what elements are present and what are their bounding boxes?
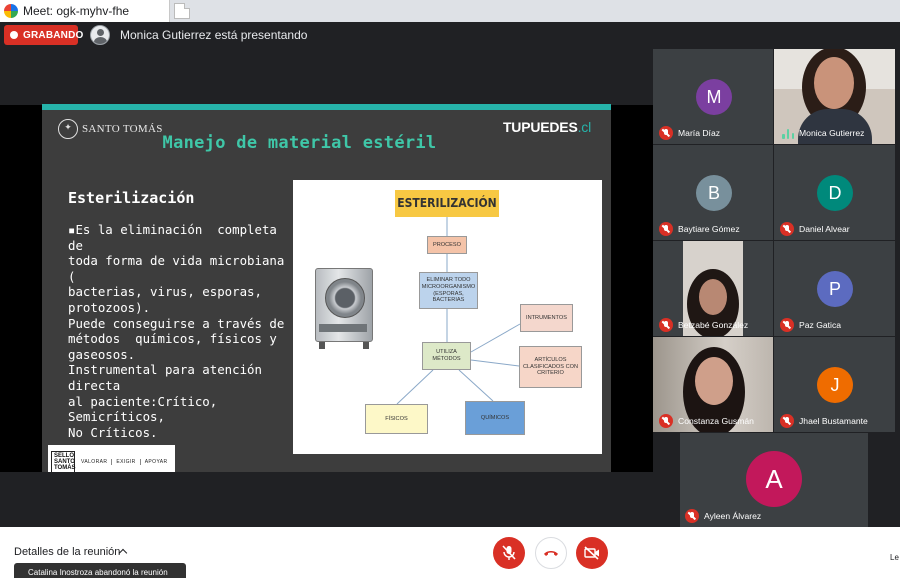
mic-off-icon — [780, 318, 794, 332]
mic-off-icon — [659, 126, 673, 140]
sello-word: APOYAR — [139, 458, 172, 465]
camera-toggle-button[interactable] — [576, 537, 608, 569]
diagram-box-articulos: ARTÍCULOS CLASIFICADOS CON CRITERIO — [519, 346, 582, 388]
avatar: A — [746, 451, 802, 507]
slide-body-text: ▪Es la eliminación completa de toda form… — [68, 222, 296, 440]
avatar: J — [817, 367, 853, 403]
diagram-box-utiliza: UTILIZA MÉTODOS — [422, 342, 471, 370]
video-face — [695, 357, 733, 405]
body-line: Puede conseguirse a través de — [68, 315, 285, 331]
participant-name: Daniel Alvear — [799, 224, 850, 234]
presenting-text: Monica Gutierrez está presentando — [120, 28, 308, 42]
presenter-avatar — [90, 25, 110, 45]
participant-name: Constanza Gusmán — [678, 416, 754, 426]
new-tab-icon[interactable] — [174, 3, 190, 19]
sello-word: VALORAR — [81, 458, 108, 465]
participant-tile-paz-gatica[interactable]: P Paz Gatica — [774, 241, 895, 336]
browser-tab-bar: Meet: ogk-myhv-fhe — [0, 0, 900, 22]
sello-santo-tomas-footer: SELLO SANTO TOMÁS VALORAR EXIGIR APOYAR — [48, 445, 175, 472]
brand-suffix: .cl — [577, 119, 592, 135]
participant-tile-betzabe-gonzalez[interactable]: Betzabé González — [653, 241, 773, 336]
avatar: B — [696, 175, 732, 211]
body-line: protozoos). — [68, 299, 151, 315]
brand-main: TUPUEDES — [502, 119, 578, 135]
participant-tile-constanza-gusman[interactable]: Constanza Gusmán — [653, 337, 773, 432]
participant-name: María Díaz — [678, 128, 721, 138]
body-line: No Críticos. — [68, 424, 158, 440]
avatar: M — [696, 79, 732, 115]
mic-off-icon — [659, 318, 673, 332]
sello-values: VALORAR EXIGIR APOYAR — [81, 458, 172, 465]
participant-tile-baytiare-gomez[interactable]: B Baytiare Gómez — [653, 145, 773, 240]
mic-off-icon — [780, 414, 794, 428]
mic-off-icon — [780, 222, 794, 236]
mic-off-icon — [659, 414, 673, 428]
recording-dot-icon — [10, 31, 18, 39]
diagram-box-eliminar: ELIMINAR TODO MICROORGANISMO (ESPORAS, B… — [419, 272, 478, 309]
body-line: al paciente:Crítico, Semicríticos, — [68, 393, 225, 425]
diagram-box-quimicos: QUÍMICOS — [465, 401, 525, 435]
slide-title: Manejo de material estéril — [162, 133, 437, 153]
body-line: gaseosos. — [68, 346, 136, 362]
diagram-box-fisicos: FÍSICOS — [365, 404, 428, 434]
participant-name: Baytiare Gómez — [678, 224, 740, 234]
body-line: métodos químicos, físicos y — [68, 331, 277, 347]
truncated-label: Le — [890, 553, 899, 562]
browser-tab-meet[interactable]: Meet: ogk-myhv-fhe — [0, 0, 170, 22]
avatar: D — [817, 175, 853, 211]
autoclave-illustration — [309, 266, 379, 352]
video-face — [814, 57, 854, 109]
body-line: bacterias, virus, esporas, — [68, 284, 262, 300]
section-heading: Esterilización — [68, 189, 195, 207]
sello-box: SELLO SANTO TOMÁS — [51, 450, 76, 472]
diagram-box-intrumentos: INTRUMENTOS — [520, 304, 573, 332]
body-line: ▪Es la eliminación completa de — [68, 222, 285, 253]
mic-off-icon — [659, 222, 673, 236]
sello-line: SELLO — [54, 452, 75, 459]
participant-name: Ayleen Álvarez — [704, 511, 762, 521]
body-line: toda forma de vida microbiana ( — [68, 253, 292, 284]
video-shoulders — [798, 109, 872, 144]
meeting-controls-bar: Detalles de la reunión Le Catalina Inost… — [0, 527, 900, 578]
speaking-indicator-icon — [782, 129, 794, 139]
meeting-details-button[interactable]: Detalles de la reunión — [14, 546, 120, 558]
mic-off-icon — [685, 509, 699, 523]
slide-letterbox-left — [0, 105, 42, 472]
participant-tile-daniel-alvear[interactable]: D Daniel Alvear — [774, 145, 895, 240]
meet-favicon-icon — [4, 4, 18, 18]
sterilization-diagram: ESTERILIZACIÓN PROCESO ELIMINAR TODO MIC… — [293, 180, 602, 454]
participant-tile-monica-gutierrez[interactable]: Monica Gutierrez — [774, 49, 895, 144]
diagram-title: ESTERILIZACIÓN — [395, 190, 499, 217]
participant-tile-ayleen-alvarez[interactable]: A Ayleen Álvarez — [680, 433, 868, 527]
notification-toast: Catalina Inostroza abandonó la reunión — [14, 563, 186, 578]
body-line: Instrumental para atención directa — [68, 362, 270, 393]
sello-word: EXIGIR — [111, 458, 139, 465]
recording-badge[interactable]: GRABANDO — [4, 25, 83, 45]
hang-up-icon — [544, 551, 558, 556]
participant-tile-jhael-bustamante[interactable]: J Jhael Bustamante — [774, 337, 895, 432]
avatar: P — [817, 271, 853, 307]
meet-window: Meet: ogk-myhv-fhe GRABANDO Monica Gutie… — [0, 0, 900, 578]
mic-off-icon — [502, 545, 516, 560]
slide-letterbox-right — [611, 105, 653, 472]
diagram-box-proceso: PROCESO — [427, 236, 467, 254]
sello-line: SANTO — [54, 458, 75, 465]
tupuedes-logo: TUPUEDES.cl — [503, 119, 591, 135]
participant-name: Jhael Bustamante — [799, 416, 868, 426]
leave-call-button[interactable] — [535, 537, 567, 569]
participant-tile-maria-diaz[interactable]: M María Díaz — [653, 49, 773, 144]
camera-off-icon — [584, 546, 599, 560]
tab-title: Meet: ogk-myhv-fhe — [23, 4, 130, 18]
microphone-toggle-button[interactable] — [493, 537, 525, 569]
sello-line: TOMÁS — [54, 464, 76, 471]
presentation-slide: ✦ SANTO TOMÁS Manejo de material estéril… — [42, 104, 611, 472]
participant-name: Monica Gutierrez — [799, 128, 865, 138]
participant-name: Betzabé González — [678, 320, 749, 330]
participant-name: Paz Gatica — [799, 320, 842, 330]
recording-label: GRABANDO — [23, 29, 84, 41]
